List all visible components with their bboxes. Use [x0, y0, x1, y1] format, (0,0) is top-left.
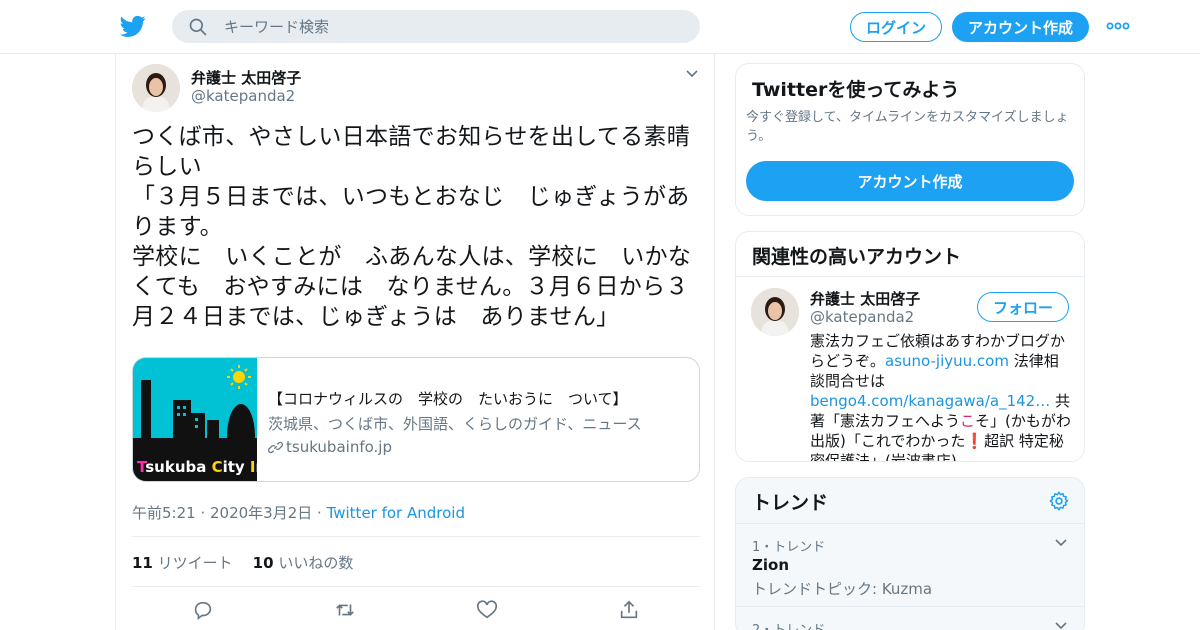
trend-topic: トレンドトピック: Kuzma — [752, 580, 933, 598]
card-thumbnail: Tsukuba City Info — [133, 358, 283, 481]
tweet-source-link[interactable]: Twitter for Android — [327, 504, 465, 522]
card-domain: tsukubainfo.jp — [268, 438, 642, 456]
city-skyline-icon: Tsukuba City Info — [133, 358, 283, 481]
signup-panel: Twitterを使ってみよう 今すぐ登録して、タイムラインをカスタマイズしましょ… — [735, 63, 1085, 216]
trends-panel-title: トレンド — [752, 492, 829, 514]
divider — [736, 606, 1084, 607]
chevron-down-icon[interactable] — [1054, 621, 1068, 630]
divider — [736, 523, 1084, 524]
follow-button[interactable]: フォロー — [977, 292, 1069, 322]
link-card[interactable]: Tsukuba City Info 【コロナウィルスの 学校の たいおうに つい… — [132, 357, 700, 482]
retweet-icon[interactable] — [334, 599, 356, 621]
trend-name[interactable]: Zion — [752, 556, 789, 574]
tweet-timestamp[interactable]: 午前5:21 · 2020年3月2日 — [132, 504, 312, 522]
search-icon — [189, 18, 207, 35]
tweet-meta: 午前5:21 · 2020年3月2日 · Twitter for Android — [132, 502, 465, 523]
avatar-portrait-icon — [751, 288, 799, 336]
like-stat-label: いいねの数 — [278, 554, 354, 572]
bio-link-bengo4[interactable]: bengo4.com/kanagawa/a_142… — [810, 392, 1050, 410]
related-panel-title: 関連性の高いアカウント — [752, 246, 962, 268]
bio-red-char: こ — [960, 412, 976, 430]
card-description: 茨城県、つくば市、外国語、くらしのガイド、ニュース — [268, 415, 642, 433]
divider — [132, 536, 700, 537]
signup-panel-title: Twitterを使ってみよう — [752, 79, 960, 101]
retweet-stat-label: リツイート — [157, 554, 233, 572]
gear-icon[interactable] — [1048, 490, 1070, 512]
like-count: 10 — [252, 554, 274, 572]
trend-rank-label: 2・トレンド — [752, 619, 825, 630]
author-handle[interactable]: @katepanda2 — [191, 87, 295, 105]
link-icon — [268, 441, 283, 453]
more-dots-icon[interactable] — [1106, 18, 1130, 34]
related-avatar[interactable] — [751, 288, 799, 336]
signup-button[interactable]: アカウント作成 — [952, 12, 1089, 42]
card-domain-text: tsukubainfo.jp — [286, 438, 392, 456]
reply-icon[interactable] — [192, 599, 214, 621]
svg-text:Tsukuba City Info: Tsukuba City Info — [137, 458, 257, 476]
like-stat[interactable]: 10 いいねの数 — [253, 552, 354, 573]
share-icon[interactable] — [618, 599, 640, 621]
tweet-detail: 弁護士 太田啓子 @katepanda2 つくば市、やさしい日本語でお知らせを出… — [115, 54, 715, 630]
meta-separator: · — [312, 504, 327, 522]
tweet-actions — [132, 599, 700, 623]
trend-rank-label: 1・トレンド — [752, 540, 826, 555]
signup-panel-subtitle: 今すぐ登録して、タイムラインをカスタマイズしましょう。 — [746, 110, 1069, 144]
related-account-name[interactable]: 弁護士 太田啓子 — [810, 288, 920, 309]
related-accounts-panel: 関連性の高いアカウント 弁護士 太田啓子 @katepanda2 フォロー 憲法… — [735, 231, 1085, 462]
bio-link-asuno[interactable]: asuno-jiyuu.com — [885, 352, 1009, 370]
trends-panel: トレンド 1・トレンド Zion トレンドトピック: Kuzma 2・トレンド — [735, 477, 1085, 630]
divider — [132, 586, 700, 587]
twitter-bird-icon[interactable] — [119, 13, 147, 39]
related-account-handle[interactable]: @katepanda2 — [810, 308, 914, 326]
login-button[interactable]: ログイン — [850, 12, 942, 42]
avatar-portrait-icon — [132, 64, 180, 112]
search-input[interactable]: キーワード検索 — [224, 16, 329, 37]
retweet-count: 11 — [132, 554, 153, 572]
like-heart-icon[interactable] — [476, 599, 498, 621]
exclamation-icon: ❗ — [965, 432, 985, 450]
chevron-down-icon[interactable] — [684, 68, 700, 80]
top-navigation-bar: キーワード検索 ログイン アカウント作成 — [0, 0, 1200, 54]
card-title: 【コロナウィルスの 学校の たいおうに ついて】 — [268, 390, 628, 408]
retweet-stat[interactable]: 11 リツイート — [132, 552, 233, 573]
create-account-button[interactable]: アカウント作成 — [746, 161, 1074, 201]
divider — [736, 276, 1084, 277]
author-name[interactable]: 弁護士 太田啓子 — [191, 67, 301, 88]
search-box[interactable]: キーワード検索 — [172, 10, 700, 43]
tweet-text: つくば市、やさしい日本語でお知らせを出してる素晴らしい 「３月５日までは、いつも… — [132, 124, 692, 330]
tweet-stats: 11 リツイート 10 いいねの数 — [132, 552, 353, 573]
related-account-bio: 憲法カフェご依頼はあすわかブログからどうぞ。asuno-jiyuu.com 法律… — [810, 331, 1072, 461]
chevron-down-icon[interactable] — [1054, 538, 1068, 548]
avatar[interactable] — [132, 64, 180, 112]
